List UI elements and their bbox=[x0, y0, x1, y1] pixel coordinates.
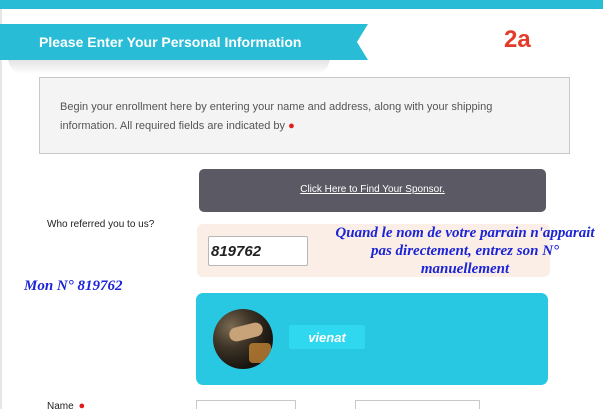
sponsor-id-input[interactable] bbox=[208, 236, 308, 266]
info-box: Begin your enrollment here by entering y… bbox=[39, 77, 570, 154]
find-sponsor-button[interactable]: Click Here to Find Your Sponsor. bbox=[199, 169, 546, 212]
find-sponsor-link[interactable]: Click Here to Find Your Sponsor. bbox=[199, 184, 546, 195]
last-name-input[interactable] bbox=[355, 400, 480, 409]
first-name-input[interactable] bbox=[196, 400, 296, 409]
name-label: Name bbox=[47, 401, 74, 409]
section-title: Please Enter Your Personal Information bbox=[39, 34, 302, 50]
name-label-row: Name ● bbox=[47, 400, 86, 409]
annotation-note: Quand le nom de votre parrain n'apparait… bbox=[335, 225, 595, 277]
step-label: 2a bbox=[504, 26, 531, 53]
sponsor-name: vienat bbox=[308, 330, 346, 345]
annotation-my-number: Mon N° 819762 bbox=[24, 278, 123, 294]
referred-by-label: Who referred you to us? bbox=[47, 219, 155, 230]
required-marker-icon: ● bbox=[288, 120, 295, 132]
top-accent-bar bbox=[0, 0, 603, 9]
page-left-edge bbox=[0, 9, 2, 409]
info-text: Begin your enrollment here by entering y… bbox=[60, 101, 493, 132]
sponsor-name-chip[interactable]: vienat bbox=[289, 325, 365, 349]
sponsor-avatar bbox=[213, 309, 273, 369]
section-banner-shadow bbox=[8, 58, 330, 74]
info-text-block: Begin your enrollment here by entering y… bbox=[60, 98, 550, 136]
required-marker-icon: ● bbox=[78, 400, 86, 409]
